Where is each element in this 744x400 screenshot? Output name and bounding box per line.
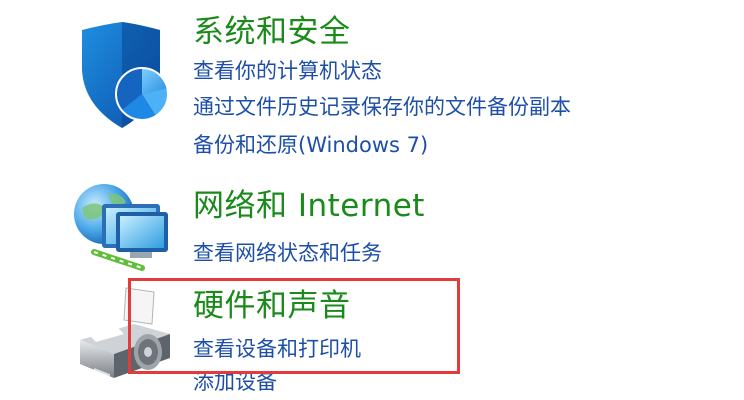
link-view-network-status[interactable]: 查看网络状态和任务 bbox=[193, 239, 382, 267]
network-globe-icon bbox=[72, 182, 172, 274]
link-file-history-backup[interactable]: 通过文件历史记录保存你的文件备份副本 bbox=[193, 93, 571, 121]
category-title-network-internet[interactable]: 网络和 Internet bbox=[193, 186, 425, 226]
category-title-system-security[interactable]: 系统和安全 bbox=[193, 12, 351, 52]
highlight-box bbox=[128, 278, 460, 374]
shield-icon bbox=[76, 22, 169, 132]
link-view-computer-status[interactable]: 查看你的计算机状态 bbox=[193, 57, 382, 85]
link-backup-restore-win7[interactable]: 备份和还原(Windows 7) bbox=[193, 131, 428, 159]
